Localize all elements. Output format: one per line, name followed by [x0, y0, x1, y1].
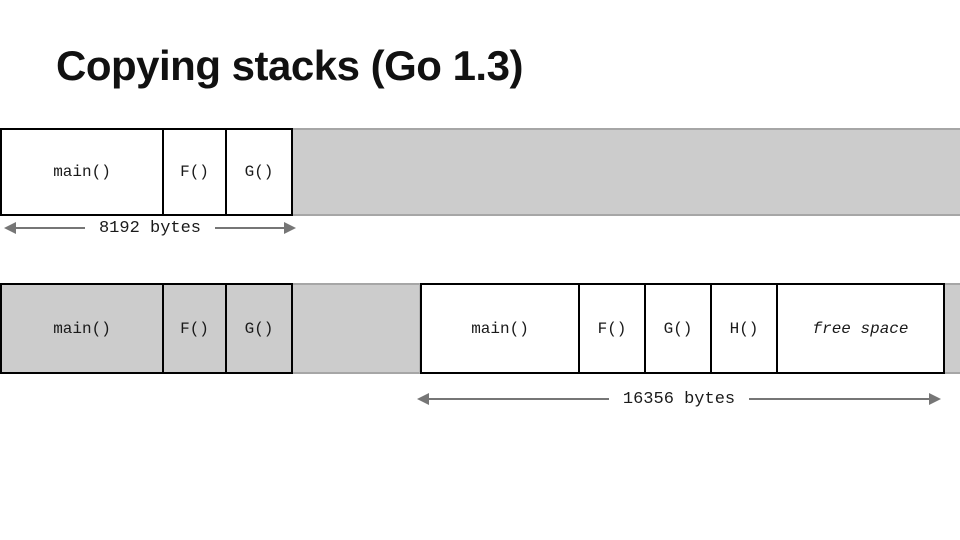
- new-stack-frame-g-label: G(): [663, 319, 693, 338]
- new-stack-old-frame-g-label: G(): [244, 319, 274, 338]
- new-stack-frame-f-label: F(): [597, 319, 627, 338]
- new-stack-free-space-cell: free space: [778, 283, 945, 374]
- new-stack-old-frame-g: G(): [227, 283, 293, 374]
- new-stack-frame-f: F(): [580, 283, 646, 374]
- old-stack-frame-g-label: G(): [244, 163, 274, 181]
- measure-line: [427, 398, 609, 400]
- new-stack-frame-h-label: H(): [729, 319, 759, 338]
- measure-line: [749, 398, 931, 400]
- new-stack-free-space-label: free space: [812, 319, 909, 338]
- old-stack-frame-main: main(): [0, 128, 164, 216]
- old-stack-frame-g: G(): [227, 128, 293, 216]
- old-stack-frame-f: F(): [164, 128, 227, 216]
- old-stack-size-measure: 8192 bytes: [4, 216, 296, 240]
- old-stack-frame-f-label: F(): [180, 163, 209, 181]
- new-stack-diagram: main() F() G() main() F() G() H() free s…: [0, 283, 960, 374]
- measure-line: [14, 227, 85, 229]
- new-stack-frame-main-label: main(): [471, 319, 529, 338]
- new-stack-size-measure: 16356 bytes: [417, 387, 941, 411]
- old-stack-measure-right-arrow: [215, 216, 296, 240]
- new-stack-measure-right-arrow: [749, 387, 941, 411]
- new-stack-old-frame-f-label: F(): [180, 319, 209, 338]
- new-stack-gap-region: [293, 283, 420, 374]
- new-stack-old-frame-main-label: main(): [53, 319, 111, 338]
- arrow-right-icon: [284, 222, 296, 234]
- new-stack-tail-region: [945, 283, 960, 374]
- old-stack-frame-main-label: main(): [53, 163, 111, 181]
- new-stack-measure-left-arrow: [417, 387, 609, 411]
- old-stack-size-label: 8192 bytes: [98, 218, 202, 238]
- old-stack-bar: main() F() G(): [0, 128, 960, 216]
- new-stack-bar: main() F() G() main() F() G() H() free s…: [0, 283, 960, 374]
- measure-line: [215, 227, 286, 229]
- old-stack-unused-region: [293, 128, 960, 216]
- new-stack-frame-h: H(): [712, 283, 778, 374]
- arrow-right-icon: [929, 393, 941, 405]
- new-stack-old-frame-f: F(): [164, 283, 227, 374]
- new-stack-frame-g: G(): [646, 283, 712, 374]
- page-title: Copying stacks (Go 1.3): [56, 42, 523, 89]
- old-stack-diagram: main() F() G(): [0, 128, 960, 216]
- new-stack-old-frame-main: main(): [0, 283, 164, 374]
- new-stack-frame-main: main(): [420, 283, 580, 374]
- old-stack-measure-left-arrow: [4, 216, 85, 240]
- new-stack-size-label: 16356 bytes: [622, 389, 736, 409]
